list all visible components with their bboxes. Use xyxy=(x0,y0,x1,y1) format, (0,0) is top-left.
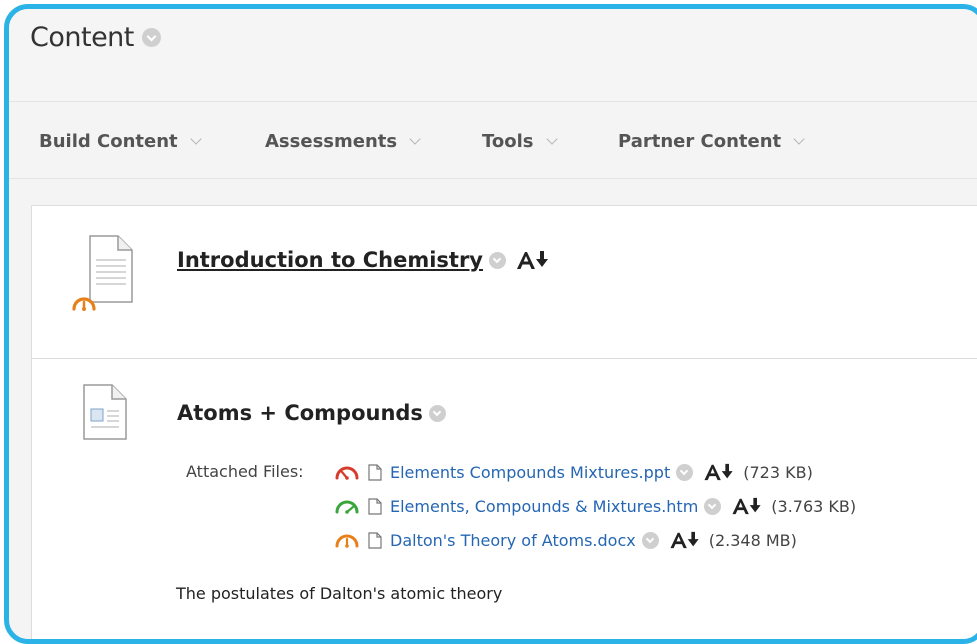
menu-tools-label: Tools xyxy=(482,131,534,152)
file-icon xyxy=(368,497,382,515)
chevron-down-icon xyxy=(545,133,558,145)
item-options-chevron-icon[interactable] xyxy=(428,404,446,422)
attached-file-link[interactable]: Elements Compounds Mixtures.ppt xyxy=(390,463,670,482)
chevron-down-icon xyxy=(189,133,202,145)
menu-partner-content-label: Partner Content xyxy=(618,131,782,152)
content-item: Introduction to Chemistry xyxy=(32,206,977,359)
page-options-chevron-icon[interactable] xyxy=(141,28,161,47)
menu-assessments[interactable]: Assessments xyxy=(265,131,421,152)
file-icon xyxy=(368,463,382,481)
chevron-down-icon xyxy=(409,133,421,145)
alternative-formats-icon[interactable] xyxy=(669,530,701,550)
file-size: (723 KB) xyxy=(743,462,813,482)
item-description: The postulates of Dalton's atomic theory xyxy=(176,584,503,603)
alternative-formats-icon[interactable] xyxy=(731,496,763,516)
attached-file-row: Elements, Compounds & Mixtures.htm (3.76… xyxy=(334,496,856,516)
item-options-chevron-icon[interactable] xyxy=(489,251,506,269)
menu-build-content-label: Build Content xyxy=(39,131,178,152)
app-frame: Content Build Content Assessments Tools … xyxy=(4,4,977,644)
file-size: (2.348 MB) xyxy=(708,530,797,550)
attached-file-row: Elements Compounds Mixtures.ppt (723 KB) xyxy=(334,462,813,482)
menu-build-content[interactable]: Build Content xyxy=(39,131,202,152)
page-title: Content xyxy=(30,22,161,53)
file-options-chevron-icon[interactable] xyxy=(676,463,694,481)
content-list: Introduction to Chemistry Atoms + Compou… xyxy=(31,205,977,639)
file-options-chevron-icon[interactable] xyxy=(704,497,722,515)
attached-files-label: Attached Files: xyxy=(186,462,304,481)
menu-assessments-label: Assessments xyxy=(265,131,398,152)
attached-file-link[interactable]: Dalton's Theory of Atoms.docx xyxy=(390,531,636,550)
chevron-down-icon xyxy=(793,133,805,145)
item-title: Introduction to Chemistry xyxy=(177,248,550,272)
accessibility-score-gauge-icon[interactable] xyxy=(334,497,360,515)
accessibility-score-gauge-icon[interactable] xyxy=(70,292,98,316)
document-icon xyxy=(82,383,128,445)
file-options-chevron-icon[interactable] xyxy=(641,531,659,549)
attached-file-link[interactable]: Elements, Compounds & Mixtures.htm xyxy=(390,497,698,516)
item-title-text: Atoms + Compounds xyxy=(177,401,423,425)
menu-tools[interactable]: Tools xyxy=(482,131,558,152)
page-title-text: Content xyxy=(30,22,134,53)
accessibility-score-gauge-icon[interactable] xyxy=(334,463,360,481)
alternative-formats-icon[interactable] xyxy=(516,249,550,271)
item-title: Atoms + Compounds xyxy=(177,401,446,425)
attached-file-row: Dalton's Theory of Atoms.docx (2.348 MB) xyxy=(334,530,797,550)
file-size: (3.763 KB) xyxy=(771,496,857,516)
alternative-formats-icon[interactable] xyxy=(703,462,735,482)
action-bar: Build Content Assessments Tools Partner … xyxy=(9,102,977,179)
accessibility-score-gauge-icon[interactable] xyxy=(334,531,360,549)
page-header: Content xyxy=(9,9,977,102)
menu-partner-content[interactable]: Partner Content xyxy=(618,131,805,152)
file-icon xyxy=(368,531,382,549)
item-title-link[interactable]: Introduction to Chemistry xyxy=(177,248,483,272)
